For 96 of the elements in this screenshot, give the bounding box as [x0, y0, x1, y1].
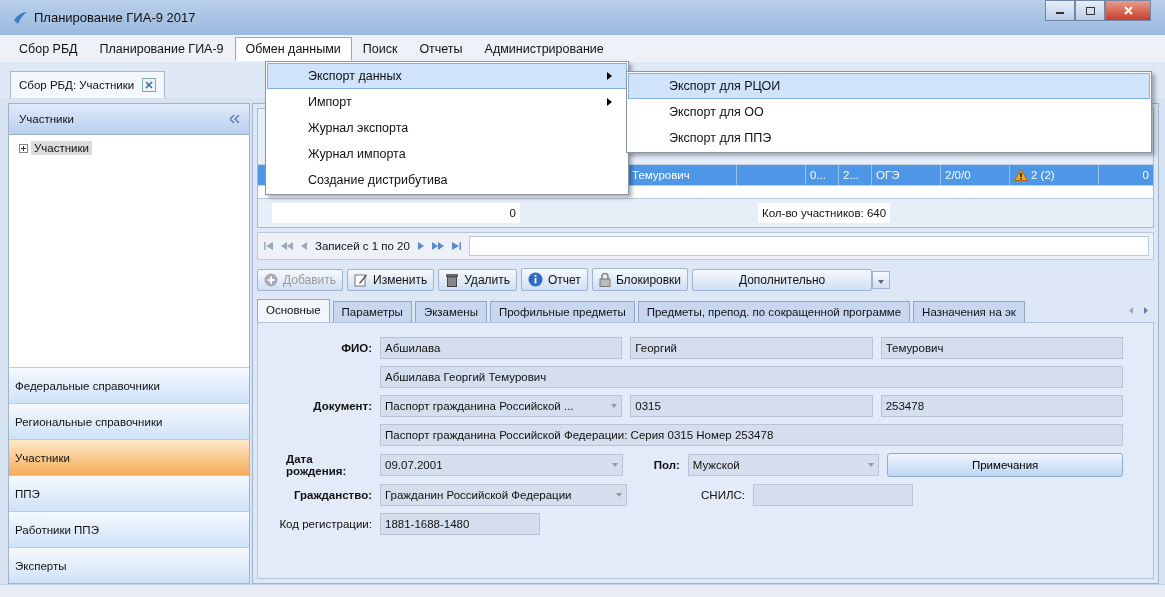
table-cell: Темурович [632, 169, 690, 181]
scroll-right-icon[interactable] [1144, 307, 1148, 314]
window-title: Планирование ГИА-9 2017 [34, 10, 196, 25]
input-field[interactable]: Абшилава Георгий Темурович [380, 366, 1123, 388]
table-cell: 0... [810, 169, 826, 181]
horizontal-scrollbar[interactable] [468, 236, 1149, 256]
info-icon [528, 272, 543, 287]
navigation-item[interactable]: Региональные справочники [9, 403, 249, 439]
table-cell: 2/0/0 [945, 169, 971, 181]
maximize-icon [1085, 6, 1095, 15]
menu-item[interactable]: Экспорт для РЦОИ [628, 73, 1150, 99]
lock-icon [598, 272, 611, 287]
dropdown-field[interactable]: Паспорт гражданина Российской ... [380, 395, 623, 417]
tab[interactable]: Основные [257, 299, 330, 322]
toolbar-button[interactable]: Блокировки [591, 268, 689, 291]
input-field[interactable]: Георгий [630, 337, 873, 359]
input-field[interactable]: 0315 [630, 395, 873, 417]
tree-item[interactable]: Участники [31, 141, 92, 155]
previous-icon[interactable] [301, 242, 307, 250]
previous-page-icon[interactable] [281, 242, 293, 250]
menu-item[interactable]: Поиск [351, 36, 409, 61]
pencil-icon [354, 272, 369, 287]
navigation-item[interactable]: Эксперты [9, 547, 249, 583]
input-field[interactable]: Паспорт гражданина Российской Федерации: Серия 0315 Номер 253478 [380, 424, 1123, 446]
field-label: Гражданство: [292, 489, 372, 502]
minimize-button[interactable] [1045, 0, 1075, 21]
field-label: СНИЛС: [700, 489, 745, 502]
table-cell: ОГЭ [876, 169, 900, 181]
document-tab[interactable]: Сбор РБД: Участники [10, 71, 166, 98]
navigation-item[interactable]: Участники [9, 439, 249, 475]
field-label: Документ: [312, 400, 372, 412]
input-field[interactable]: Темурович [880, 337, 1123, 359]
field-label: ФИО: [340, 342, 372, 354]
panel-title: Участники [19, 113, 74, 125]
first-page-icon[interactable] [264, 242, 273, 250]
caret-icon [616, 493, 622, 498]
pager-text: Записей с 1 по 20 [315, 240, 410, 252]
maximize-button[interactable] [1075, 0, 1105, 21]
navigation-item[interactable]: Работники ППЭ [9, 511, 249, 547]
warning-icon [1014, 169, 1028, 181]
dropdown-field[interactable]: Гражданин Российской Федерации [380, 484, 627, 507]
menu-item[interactable]: Журнал экспорта [267, 115, 627, 141]
navigation-item[interactable]: ППЭ [9, 475, 249, 511]
tab[interactable]: Назначения на эк [913, 301, 1025, 322]
document-tab-label: Сбор РБД: Участники [19, 79, 135, 91]
footer-total: Кол-во участников: 640 [758, 203, 891, 223]
menu-item[interactable]: Журнал импорта [267, 141, 627, 167]
table-cell: 2... [843, 169, 859, 181]
menu-item[interactable]: Импорт [267, 89, 627, 115]
notes-button[interactable]: Примечания [887, 453, 1123, 478]
trash-icon [445, 272, 460, 287]
expand-node-icon[interactable] [19, 143, 28, 153]
scroll-left-icon[interactable] [1129, 307, 1133, 314]
tab[interactable]: Экзамены [414, 301, 487, 322]
table-cell: 2 (2) [1031, 169, 1055, 181]
footer-count: 0 [272, 203, 520, 223]
toolbar-button[interactable]: Отчет [521, 268, 588, 291]
table-cell: 0 [1142, 169, 1149, 181]
next-page-icon[interactable] [431, 242, 444, 250]
field-label: Дата рождения: [285, 453, 348, 478]
menu-item[interactable]: Экспорт для ОО [628, 99, 1150, 125]
input-field[interactable]: Абшилава [380, 337, 623, 359]
next-icon[interactable] [417, 242, 424, 250]
tab[interactable]: Профильные предметы [489, 301, 635, 322]
toolbar-button[interactable]: Удалить [438, 268, 517, 291]
menu-item[interactable]: Обмен данными [234, 36, 352, 61]
collapse-icon[interactable] [230, 115, 239, 123]
dropdown-field[interactable]: 09.07.2001 [380, 454, 623, 477]
field-label: Пол: [652, 459, 680, 472]
input-field[interactable] [753, 484, 913, 507]
menu-item[interactable]: Экспорт для ППЭ [628, 125, 1150, 151]
menu-item[interactable]: Отчеты [408, 36, 474, 61]
close-icon[interactable] [142, 78, 157, 92]
menu-item[interactable]: Сбор РБД [8, 36, 89, 61]
menu-item[interactable]: Экспорт данных [267, 63, 627, 89]
caret-icon [611, 404, 618, 408]
tab[interactable]: Предметы, препод. по сокращенной программе [637, 301, 911, 322]
field-label: Код регистрации: [278, 518, 372, 531]
menu-item[interactable]: Администрирование [473, 36, 615, 61]
caret-icon [878, 279, 885, 284]
plus-icon [264, 272, 278, 287]
close-icon [1123, 6, 1133, 15]
navigation-item[interactable]: Федеральные справочники [9, 367, 249, 403]
caret-icon [611, 463, 618, 468]
caret-icon [868, 463, 875, 468]
input-field[interactable]: 253478 [880, 395, 1123, 417]
menu-item[interactable]: Планирование ГИА-9 [88, 36, 235, 61]
more-dropdown-button[interactable]: Дополнительно [692, 268, 873, 291]
app-logo-icon [12, 9, 28, 26]
tab[interactable]: Параметры [332, 301, 412, 322]
close-button[interactable] [1105, 0, 1151, 21]
last-page-icon[interactable] [451, 242, 461, 250]
dropdown-field[interactable]: Мужской [687, 454, 880, 477]
dropdown-arrow-button[interactable] [872, 270, 891, 289]
toolbar-button[interactable]: Изменить [347, 268, 435, 291]
input-field[interactable]: 1881-1688-1480 [380, 513, 540, 536]
